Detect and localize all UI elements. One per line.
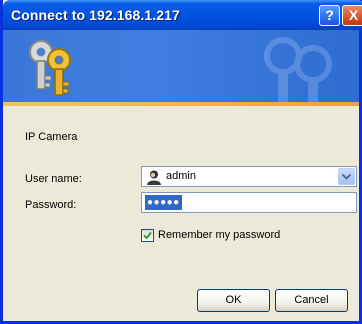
username-label: User name: <box>25 173 82 185</box>
chevron-down-icon <box>342 174 351 180</box>
remember-password-label: Remember my password <box>158 229 281 241</box>
header-banner <box>3 30 359 106</box>
checkmark-icon <box>143 231 152 240</box>
username-combobox[interactable]: admin <box>141 166 357 187</box>
keys-icon <box>29 40 71 96</box>
password-field[interactable]: ●●●●● <box>141 192 357 213</box>
cancel-button[interactable]: Cancel <box>275 289 348 312</box>
user-icon <box>147 170 161 185</box>
banner-accent-stripe <box>3 102 359 106</box>
device-name: IP Camera <box>25 131 78 143</box>
window-title: Connect to 192.168.1.217 <box>11 7 180 23</box>
close-button[interactable]: X <box>342 5 362 26</box>
ok-button[interactable]: OK <box>197 289 270 312</box>
username-value: admin <box>166 170 196 182</box>
login-dialog: Connect to 192.168.1.217 ? X IP Camera U… <box>0 0 362 324</box>
keys-watermark-icon <box>264 37 332 106</box>
remember-password-checkbox[interactable] <box>141 229 154 242</box>
password-mask: ●●●●● <box>145 195 182 210</box>
help-button[interactable]: ? <box>319 5 340 26</box>
username-dropdown-button[interactable] <box>338 168 355 185</box>
title-bar[interactable]: Connect to 192.168.1.217 ? X <box>3 0 362 30</box>
password-label: Password: <box>25 199 77 211</box>
